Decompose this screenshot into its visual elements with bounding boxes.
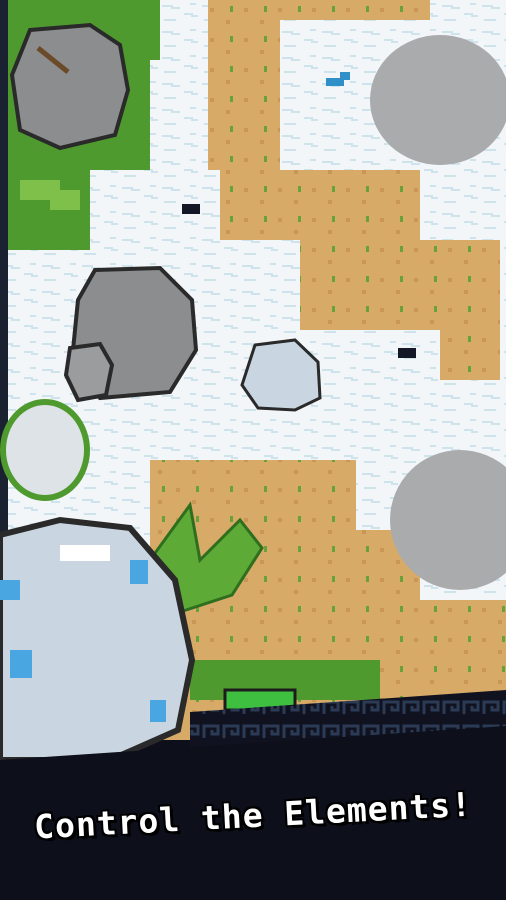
boulder-top-left xyxy=(9,22,131,151)
burrow-hole-1 xyxy=(182,204,200,214)
boulder-small xyxy=(63,341,115,403)
ice-crystal-2 xyxy=(130,560,148,584)
ice-crystal-1 xyxy=(0,580,20,600)
snow-pad-left xyxy=(0,399,90,501)
ice-highlight xyxy=(60,545,110,561)
ice-crystal-4 xyxy=(150,700,166,722)
burrow-hole-2 xyxy=(398,348,416,358)
ice-crystal-3 xyxy=(10,650,32,678)
stone-circle-top-right xyxy=(370,35,506,165)
